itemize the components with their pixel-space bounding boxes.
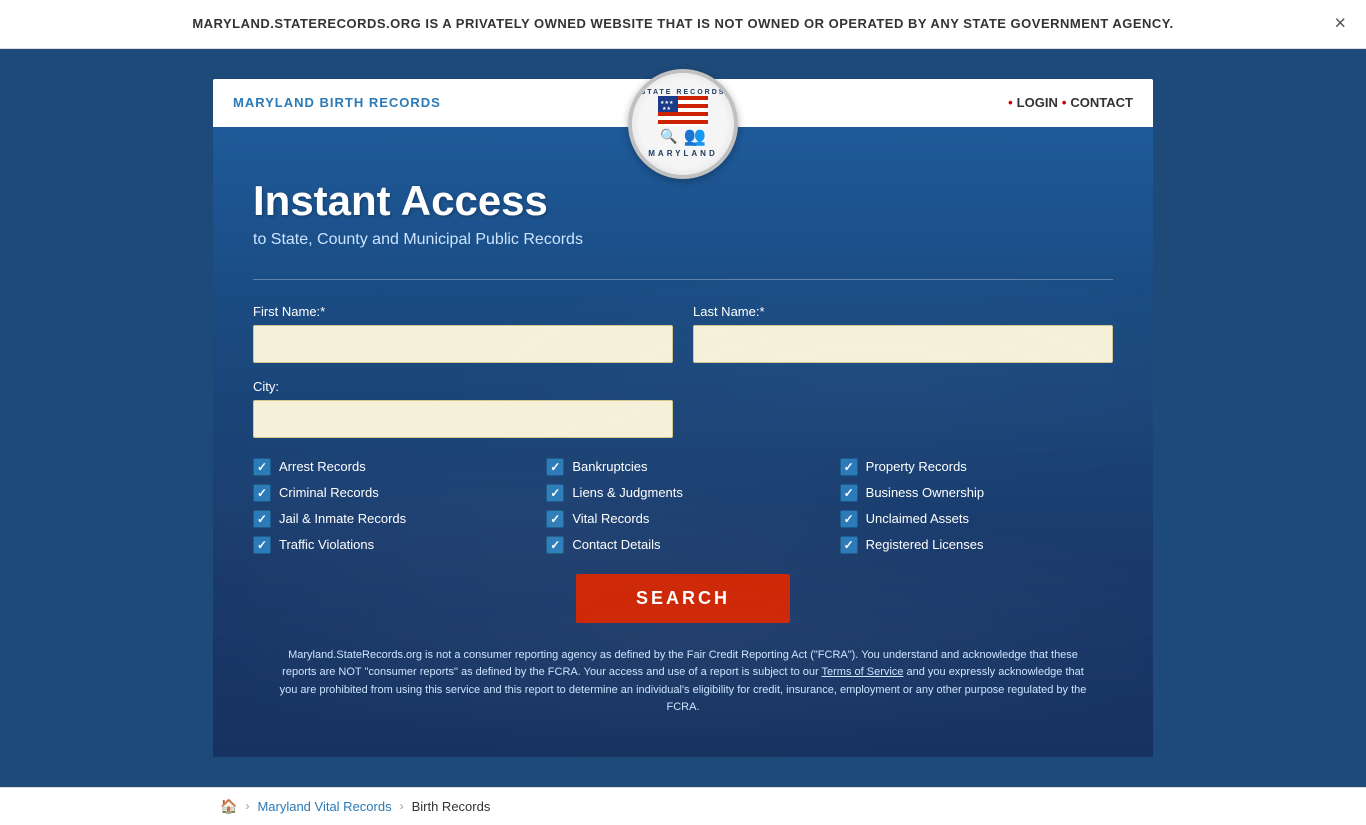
- checkbox-item: Business Ownership: [840, 484, 1113, 502]
- first-name-group: First Name:*: [253, 304, 673, 363]
- logo-icons-row: 🔍 👥: [660, 126, 706, 147]
- checkbox-icon[interactable]: [840, 484, 858, 502]
- checkbox-grid: Arrest Records Bankruptcies Property Recor…: [253, 458, 1113, 554]
- checkbox-label: Bankruptcies: [572, 459, 647, 474]
- checkbox-label: Property Records: [866, 459, 967, 474]
- banner-close-button[interactable]: ×: [1334, 12, 1346, 35]
- main-background: STATE RECORDS ★★★ ★★: [0, 49, 1366, 787]
- breadcrumb-vital-records-link[interactable]: Maryland Vital Records: [257, 799, 391, 814]
- svg-text:★★: ★★: [662, 106, 671, 112]
- checkbox-item: Jail & Inmate Records: [253, 510, 526, 528]
- checkbox-label: Traffic Violations: [279, 537, 374, 552]
- first-name-input[interactable]: [253, 325, 673, 363]
- form-panel: Instant Access to State, County and Muni…: [213, 127, 1153, 757]
- terms-of-service-link[interactable]: Terms of Service: [822, 666, 904, 678]
- breadcrumb-separator-1: ›: [245, 799, 249, 813]
- checkbox-label: Business Ownership: [866, 485, 985, 500]
- login-dot: •: [1008, 95, 1013, 110]
- checkbox-label: Registered Licenses: [866, 537, 984, 552]
- logo-top-text: STATE RECORDS: [641, 89, 726, 96]
- nav-links: • LOGIN • CONTACT: [1008, 95, 1133, 110]
- checkbox-label: Criminal Records: [279, 485, 379, 500]
- checkbox-icon[interactable]: [546, 510, 564, 528]
- login-link[interactable]: LOGIN: [1017, 95, 1058, 110]
- checkbox-item: Liens & Judgments: [546, 484, 819, 502]
- checkbox-icon[interactable]: [546, 484, 564, 502]
- checkbox-label: Vital Records: [572, 511, 649, 526]
- checkbox-label: Liens & Judgments: [572, 485, 683, 500]
- breadcrumb-separator-2: ›: [400, 799, 404, 813]
- site-logo: STATE RECORDS ★★★ ★★: [628, 69, 738, 179]
- checkbox-icon[interactable]: [253, 536, 271, 554]
- first-name-label: First Name:*: [253, 304, 673, 319]
- city-input[interactable]: [253, 400, 673, 438]
- logo-inner: STATE RECORDS ★★★ ★★: [632, 73, 734, 175]
- checkbox-item: Bankruptcies: [546, 458, 819, 476]
- form-divider: [253, 279, 1113, 280]
- disclaimer: Maryland.StateRecords.org is not a consu…: [253, 647, 1113, 717]
- checkbox-item: Registered Licenses: [840, 536, 1113, 554]
- checkbox-item: Criminal Records: [253, 484, 526, 502]
- logo-search-icon: 🔍: [660, 128, 677, 145]
- checkbox-icon[interactable]: [253, 484, 271, 502]
- last-name-label: Last Name:*: [693, 304, 1113, 319]
- name-row: First Name:* Last Name:*: [253, 304, 1113, 363]
- breadcrumb-home-icon: 🏠: [220, 798, 237, 815]
- checkbox-icon[interactable]: [840, 510, 858, 528]
- search-button[interactable]: SEARCH: [576, 574, 790, 623]
- breadcrumb-current: Birth Records: [412, 799, 491, 814]
- last-name-input[interactable]: [693, 325, 1113, 363]
- contact-dot: •: [1062, 95, 1067, 110]
- main-card: STATE RECORDS ★★★ ★★: [213, 79, 1153, 757]
- checkbox-icon[interactable]: [840, 536, 858, 554]
- breadcrumb-bar: 🏠 › Maryland Vital Records › Birth Recor…: [0, 787, 1366, 825]
- checkbox-item: Arrest Records: [253, 458, 526, 476]
- checkbox-item: Unclaimed Assets: [840, 510, 1113, 528]
- flag-icon: ★★★ ★★: [658, 96, 708, 126]
- checkbox-icon[interactable]: [546, 536, 564, 554]
- nav-title: MARYLAND BIRTH RECORDS: [233, 95, 441, 110]
- logo-people-icon: 👥: [684, 126, 706, 147]
- checkbox-label: Arrest Records: [279, 459, 366, 474]
- checkbox-icon[interactable]: [840, 458, 858, 476]
- banner-text: MARYLAND.STATERECORDS.ORG IS A PRIVATELY…: [192, 16, 1173, 31]
- form-title: Instant Access: [253, 177, 1113, 225]
- last-name-group: Last Name:*: [693, 304, 1113, 363]
- form-subtitle: to State, County and Municipal Public Re…: [253, 231, 1113, 249]
- checkbox-item: Traffic Violations: [253, 536, 526, 554]
- checkbox-label: Unclaimed Assets: [866, 511, 969, 526]
- logo-container: STATE RECORDS ★★★ ★★: [628, 69, 738, 179]
- top-banner: MARYLAND.STATERECORDS.ORG IS A PRIVATELY…: [0, 0, 1366, 49]
- checkbox-label: Contact Details: [572, 537, 660, 552]
- checkbox-item: Property Records: [840, 458, 1113, 476]
- city-group: City:: [253, 379, 673, 438]
- city-row: City:: [253, 379, 1113, 438]
- checkbox-icon[interactable]: [253, 458, 271, 476]
- checkbox-label: Jail & Inmate Records: [279, 511, 406, 526]
- city-label: City:: [253, 379, 673, 394]
- checkbox-item: Vital Records: [546, 510, 819, 528]
- search-button-row: SEARCH: [253, 574, 1113, 623]
- checkbox-item: Contact Details: [546, 536, 819, 554]
- contact-link[interactable]: CONTACT: [1070, 95, 1133, 110]
- checkbox-icon[interactable]: [253, 510, 271, 528]
- checkbox-icon[interactable]: [546, 458, 564, 476]
- logo-bottom-text: MARYLAND: [648, 149, 717, 158]
